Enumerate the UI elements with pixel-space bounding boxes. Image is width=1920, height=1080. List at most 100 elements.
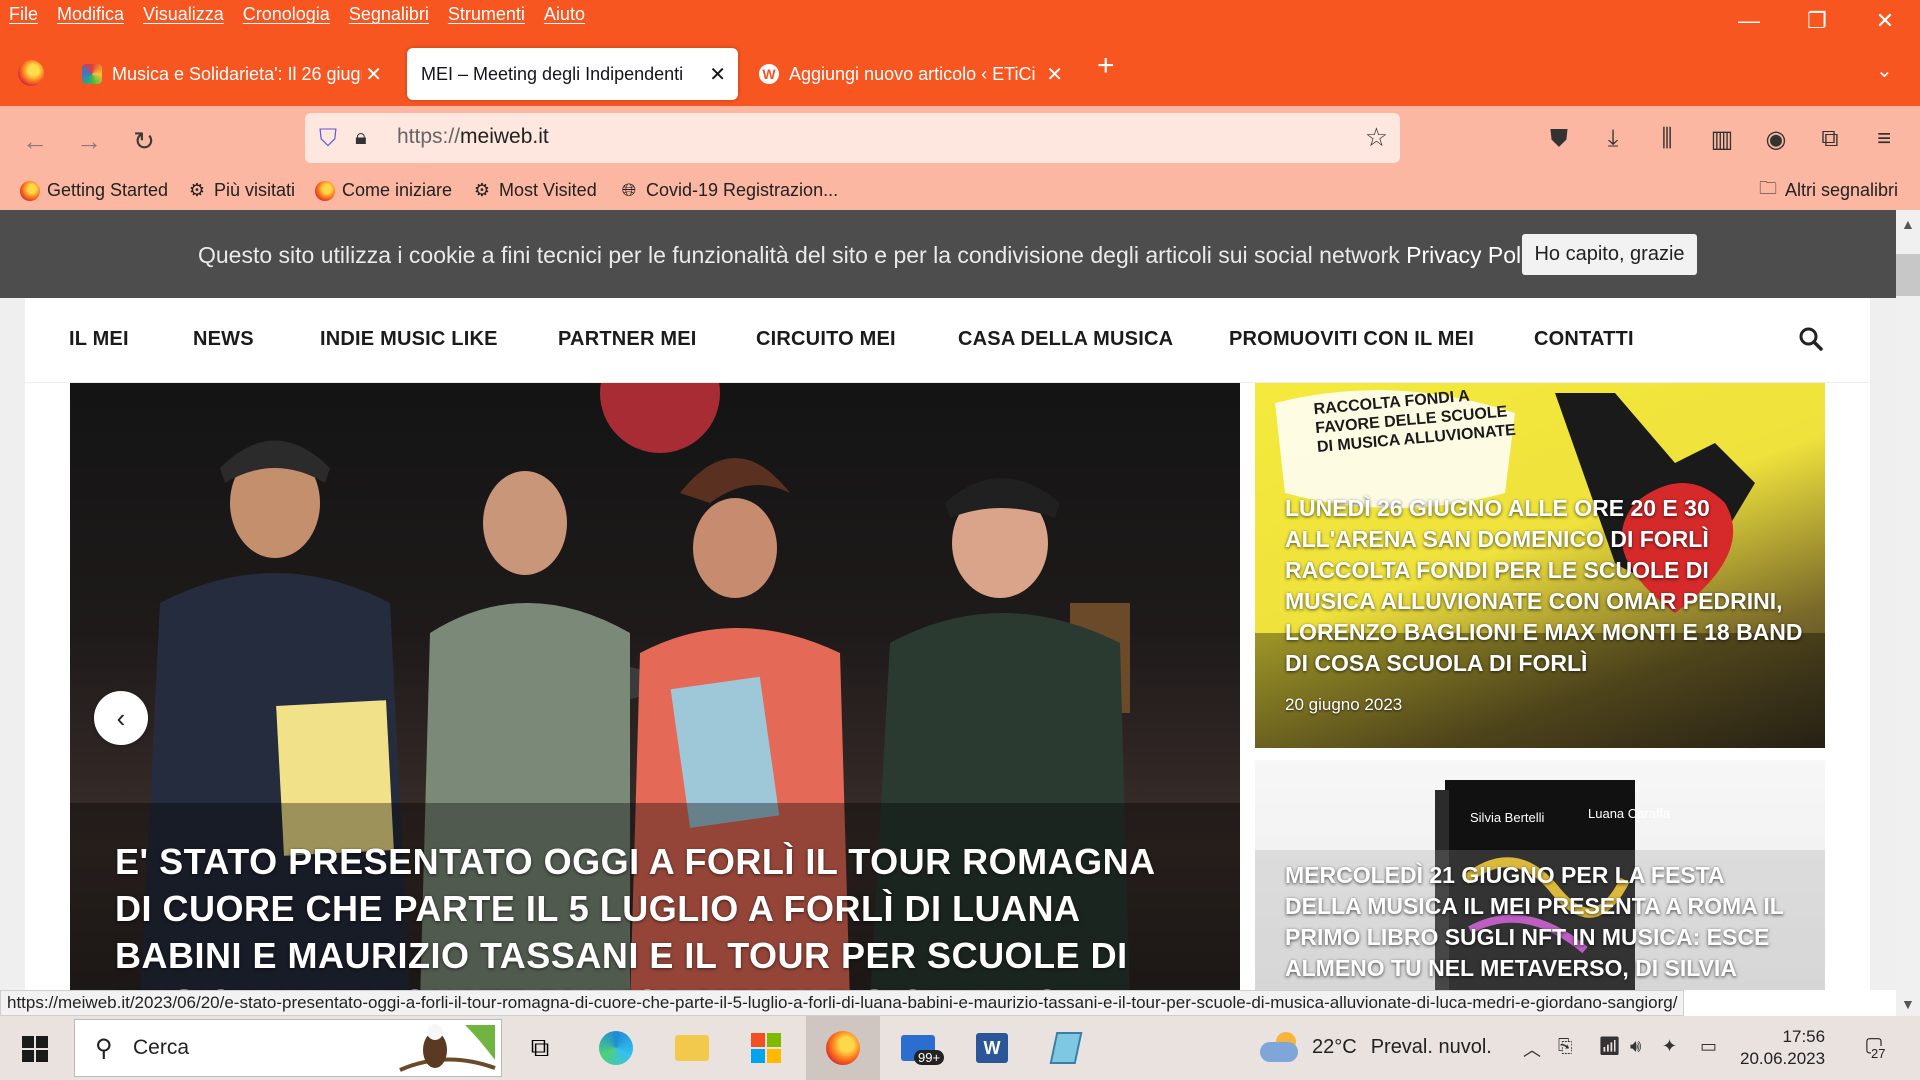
hero-caption[interactable]: E' STATO PRESENTATO OGGI A FORLÌ IL TOUR… [115,838,1195,990]
menu-file[interactable]: File [9,4,38,25]
close-tab-icon[interactable]: ✕ [709,62,726,87]
cookie-banner: Questo sito utilizza i cookie a fini tec… [0,210,1896,298]
nav-contatti[interactable]: CONTATTI [1534,328,1634,351]
firefox-view-icon[interactable] [18,60,44,86]
menu-aiuto[interactable]: Aiuto [544,4,585,25]
colorful-favicon-icon [82,64,102,84]
wordpress-icon: W [759,64,779,84]
tab-musica-solidarieta[interactable]: Musica e Solidarieta': Il 26 giugno ✕ [68,48,394,100]
cookie-accept-button[interactable]: Ho capito, grazie [1522,234,1697,275]
book-author-1: Silvia Bertelli [1470,810,1545,825]
windows-taskbar: ⚲ Cerca ⧉ 99+ W 22°C Preval. nuvol. ︿ ⎘ … [0,1016,1920,1080]
taskbar-search[interactable]: ⚲ Cerca [74,1019,502,1077]
hamburger-menu-icon[interactable]: ≡ [1869,125,1899,153]
tab-aggiungi-articolo[interactable]: W Aggiungi nuovo articolo ‹ ETiCi ✕ [745,48,1075,100]
bookmark-piu-visitati[interactable]: ⚙ Più visitati [187,180,295,201]
nav-partner-mei[interactable]: PARTNER MEI [558,328,697,351]
site-container: IL MEI NEWS INDIE MUSIC LIKE PARTNER MEI… [25,298,1870,990]
extensions-icon[interactable]: ⧉ [1815,125,1845,153]
lock-icon[interactable]: 🔒︎ [355,124,367,150]
weather-widget[interactable]: 22°C Preval. nuvol. [1260,1032,1492,1062]
close-tab-icon[interactable]: ✕ [1046,62,1063,87]
reload-icon[interactable]: ↻ [129,126,159,156]
new-tab-button[interactable]: + [1097,51,1115,81]
close-tab-icon[interactable]: ✕ [365,62,382,87]
volume-icon[interactable]: 🔊︎ [1630,1036,1641,1057]
url-text[interactable]: https://meiweb.it [397,125,549,149]
search-icon: ⚲ [95,1035,113,1062]
cloud-sun-icon [1260,1032,1300,1062]
task-view-icon[interactable]: ⧉ [520,1028,560,1068]
mail-badge: 99+ [914,1050,945,1065]
bookmark-most-visited[interactable]: ⚙ Most Visited [472,180,597,201]
eagle-illustration-icon [399,1024,496,1072]
globe-icon: 🌐︎ [621,180,637,200]
bookmark-star-icon[interactable]: ☆ [1365,122,1388,153]
windows-start-icon[interactable] [22,1036,48,1062]
edge-icon[interactable] [596,1028,636,1068]
file-explorer-icon[interactable] [672,1028,712,1068]
word-icon[interactable]: W [972,1028,1012,1068]
side-article-2[interactable]: Silvia Bertelli Luana Caraffa MERCOLEDÌ … [1255,760,1825,990]
nav-promuoviti-con-il-mei[interactable]: PROMUOVITI CON IL MEI [1229,328,1474,351]
wifi-icon[interactable]: 📶︎ [1598,1036,1621,1057]
side-article-2-title[interactable]: MERCOLEDÌ 21 GIUGNO PER LA FESTA DELLA M… [1285,860,1805,984]
nav-indie-music-like[interactable]: INDIE MUSIC LIKE [320,328,498,351]
menu-segnalibri[interactable]: Segnalibri [349,4,429,25]
cookie-text: Questo sito utilizza i cookie a fini tec… [198,242,1550,268]
sidebar-icon[interactable]: ▥ [1707,125,1737,154]
scroll-thumb[interactable] [1896,254,1920,296]
tracking-shield-icon[interactable]: ⛉ [319,125,337,153]
menu-modifica[interactable]: Modifica [57,4,124,25]
tab-bar: Musica e Solidarieta': Il 26 giugno ✕ ME… [0,30,1920,106]
downloads-icon[interactable]: ⤓ [1598,125,1628,153]
mail-icon[interactable]: 99+ [898,1028,945,1068]
pocket-icon[interactable]: ⛊ [1544,125,1574,153]
microsoft-store-icon[interactable] [746,1028,786,1068]
link-status-url: https://meiweb.it/2023/06/20/e-stato-pre… [0,990,1685,1016]
account-icon[interactable]: ◉ [1761,125,1791,154]
gear-icon: ⚙ [188,180,206,200]
hero-slide[interactable]: E' STATO PRESENTATO OGGI A FORLÌ IL TOUR… [70,383,1240,990]
scroll-up-arrow-icon[interactable]: ▲ [1901,216,1915,232]
folder-icon: 🗀 [1759,177,1777,198]
bookmark-covid-registrazione[interactable]: 🌐︎ Covid-19 Registrazion... [619,180,838,201]
side-article-1-title[interactable]: LUNEDÌ 26 GIUGNO ALLE ORE 20 E 30 ALL'AR… [1285,493,1805,679]
firefox-icon [20,180,40,201]
dropbox-icon[interactable]: ✦ [1662,1036,1677,1057]
side-article-1[interactable]: RACCOLTA FONDI A FAVORE DELLE SCUOLE DI … [1255,383,1825,748]
scroll-down-arrow-icon[interactable]: ▼ [1901,996,1915,1012]
search-icon[interactable] [1798,326,1824,352]
navigation-toolbar: ← → ↻ ⛉ 🔒︎ https://meiweb.it ☆ ⛊ ⤓ ⫼ ▥ ◉… [0,106,1920,176]
address-bar[interactable]: ⛉ 🔒︎ https://meiweb.it ☆ [305,113,1400,163]
gear-icon: ⚙ [473,180,491,200]
meet-now-icon[interactable]: ⎘ [1558,1036,1572,1057]
bookmark-getting-started[interactable]: Getting Started [20,180,168,201]
system-clock[interactable]: 17:56 20.06.2023 [1740,1026,1825,1070]
other-bookmarks[interactable]: 🗀 Altri segnalibri [1758,177,1898,201]
web-page: Questo sito utilizza i cookie a fini tec… [0,210,1896,990]
notepad-icon[interactable] [1046,1028,1086,1068]
battery-icon[interactable]: ▭ [1700,1036,1717,1057]
menu-visualizza[interactable]: Visualizza [143,4,224,25]
nav-casa-della-musica[interactable]: CASA DELLA MUSICA [958,328,1173,351]
firefox-taskbar-icon[interactable] [806,1016,880,1080]
forward-arrow-icon[interactable]: → [74,126,104,156]
book-author-2: Luana Caraffa [1588,806,1671,821]
menu-cronologia[interactable]: Cronologia [243,4,330,25]
side-article-1-date: 20 giugno 2023 [1285,695,1403,714]
nav-il-mei[interactable]: IL MEI [69,328,129,351]
library-icon[interactable]: ⫼ [1652,125,1682,153]
nav-news[interactable]: NEWS [193,328,254,351]
tab-title: MEI – Meeting degli Indipendenti [421,63,684,84]
slider-prev-button[interactable]: ‹ [94,691,148,745]
list-all-tabs-icon[interactable]: ⌄ [1876,58,1893,83]
notifications-icon[interactable]: ▢ 27 [1857,1032,1891,1064]
tab-mei-active[interactable]: MEI – Meeting degli Indipendenti ✕ [407,48,738,100]
bookmark-come-iniziare[interactable]: Come iniziare [315,180,452,201]
back-arrow-icon[interactable]: ← [20,126,50,156]
menu-strumenti[interactable]: Strumenti [448,4,525,25]
show-hidden-icons-chevron-icon[interactable]: ︿ [1523,1036,1541,1062]
nav-circuito-mei[interactable]: CIRCUITO MEI [756,328,896,351]
page-scrollbar[interactable]: ▲ ▼ [1896,210,1920,1016]
